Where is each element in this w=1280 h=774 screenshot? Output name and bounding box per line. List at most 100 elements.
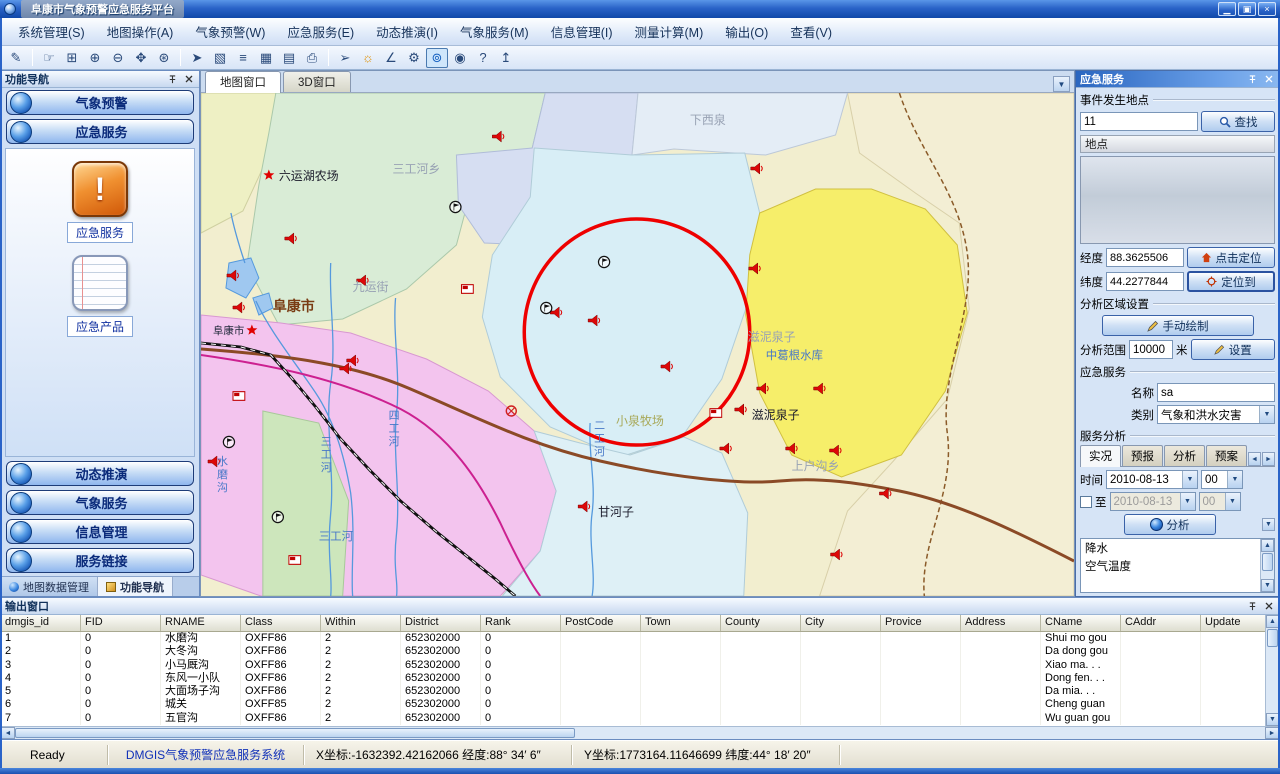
place-column-header[interactable]: 地点 — [1080, 135, 1275, 153]
search-button[interactable]: 查找 — [1201, 111, 1275, 132]
flag-marker-icon[interactable] — [461, 285, 473, 294]
close-icon[interactable] — [1262, 600, 1275, 613]
tab-map-window[interactable]: 地图窗口 — [205, 71, 281, 93]
pin-icon[interactable] — [166, 73, 179, 86]
tab-analysis[interactable]: 分析 — [1164, 445, 1205, 466]
nav-service-links-button[interactable]: 服务链接 — [6, 548, 194, 573]
pin-icon[interactable] — [1246, 600, 1259, 613]
menu-item-map-operations[interactable]: 地图操作(A) — [97, 18, 184, 45]
highlight-bulb-icon[interactable]: ☼ — [357, 48, 379, 68]
zoom-in-icon[interactable]: ⊕ — [84, 48, 106, 68]
nav-dynamic-deduction-button[interactable]: 动态推演 — [6, 461, 194, 486]
menu-item-weather-service[interactable]: 气象服务(M) — [450, 18, 539, 45]
scroll-thumb[interactable] — [15, 728, 575, 738]
service-name-input[interactable]: sa — [1157, 383, 1275, 402]
scroll-thumb[interactable] — [1267, 629, 1278, 647]
to-date-checkbox[interactable] — [1080, 496, 1092, 508]
close-icon[interactable] — [1262, 73, 1275, 86]
tab-live[interactable]: 实况 — [1080, 445, 1121, 467]
close-icon[interactable] — [182, 73, 195, 86]
table-row[interactable]: 40东风一小队OXFF8626523020000Dong fen. . . — [1, 672, 1279, 685]
measure-icon[interactable]: ∠ — [380, 48, 402, 68]
map-svg[interactable]: 六运湖农场三工河乡下西泉阜康市阜康市九运街滋泥泉子中葛根水库滋泥泉子小泉牧场上户… — [201, 93, 1074, 596]
table-row[interactable]: 20大冬沟OXFF8626523020000Da dong gou — [1, 645, 1279, 658]
shortcut-emergency-service[interactable]: !应急服务 — [67, 161, 133, 243]
draw-pencil-icon[interactable]: ✎ — [5, 48, 27, 68]
chevron-down-icon[interactable]: ▼ — [1180, 493, 1195, 510]
restore-button[interactable]: ▣ — [1238, 2, 1256, 16]
find-on-map-icon[interactable]: ▧ — [209, 48, 231, 68]
service-type-combo[interactable]: 气象和洪水灾害 ▼ — [1157, 405, 1275, 424]
column-header-town[interactable]: Town — [641, 615, 721, 631]
scroll-right-icon[interactable]: ► — [1265, 727, 1279, 739]
menu-item-view[interactable]: 查看(V) — [780, 18, 842, 45]
column-header-rank[interactable]: Rank — [481, 615, 561, 631]
list-item[interactable]: 降水 — [1081, 539, 1260, 557]
menu-item-weather-warning[interactable]: 气象预警(W) — [185, 18, 275, 45]
chevron-down-icon[interactable]: ▼ — [1259, 406, 1274, 423]
menu-item-output[interactable]: 输出(O) — [715, 18, 778, 45]
chevron-down-icon[interactable]: ▼ — [1182, 471, 1197, 488]
table-row[interactable]: 10水磨沟OXFF8626523020000Shui mo gou — [1, 632, 1279, 645]
select-arrow-icon[interactable]: ☞ — [38, 48, 60, 68]
column-header-city[interactable]: City — [801, 615, 881, 631]
zoom-out-icon[interactable]: ⊖ — [107, 48, 129, 68]
flag-marker-icon[interactable] — [710, 409, 722, 418]
minimize-button[interactable]: ▁ — [1218, 2, 1236, 16]
analyze-button[interactable]: 分析 — [1124, 514, 1216, 535]
column-header-rname[interactable]: RNAME — [161, 615, 241, 631]
latitude-input[interactable]: 44.2277844 — [1106, 272, 1184, 291]
column-header-class[interactable]: Class — [241, 615, 321, 631]
vertical-scrollbar[interactable]: ▲ ▼ — [1265, 615, 1279, 726]
layers-icon[interactable]: ≡ — [232, 48, 254, 68]
column-header-dmgis_id[interactable]: dmgis_id — [1, 615, 81, 631]
column-header-fid[interactable]: FID — [81, 615, 161, 631]
map-window-list-button[interactable]: ▼ — [1053, 76, 1070, 92]
map-canvas[interactable]: 六运湖农场三工河乡下西泉阜康市阜康市九运街滋泥泉子中葛根水库滋泥泉子小泉牧场上户… — [201, 93, 1074, 596]
flag-marker-icon[interactable] — [233, 392, 245, 401]
hour-to-combo[interactable]: 00 ▼ — [1199, 492, 1241, 511]
close-button[interactable]: × — [1258, 2, 1276, 16]
set-range-button[interactable]: 设置 — [1191, 339, 1276, 360]
identify-icon[interactable]: ➤ — [186, 48, 208, 68]
select-add-icon[interactable]: ⊞ — [61, 48, 83, 68]
print-icon[interactable]: ⎙ — [301, 48, 323, 68]
weather-elements-list[interactable]: 降水空气温度 ▲ ▼ — [1080, 538, 1275, 593]
image-view-icon[interactable]: ▦ — [255, 48, 277, 68]
tab-function-navigation[interactable]: 功能导航 — [98, 577, 173, 596]
nav-weather-service-button[interactable]: 气象服务 — [6, 490, 194, 515]
export-image-icon[interactable]: ↥ — [495, 48, 517, 68]
panel-scroll-down-icon[interactable]: ▼ — [1262, 518, 1275, 531]
map-view-icon[interactable]: ▤ — [278, 48, 300, 68]
tab-map-data-management[interactable]: 地图数据管理 — [1, 577, 98, 596]
full-extent-icon[interactable]: ⊛ — [153, 48, 175, 68]
tab-forecast[interactable]: 预报 — [1122, 445, 1163, 466]
column-header-caddr[interactable]: CAddr — [1121, 615, 1201, 631]
column-header-district[interactable]: District — [401, 615, 481, 631]
column-header-provice[interactable]: Provice — [881, 615, 961, 631]
goto-location-button[interactable]: 定位到 — [1187, 271, 1275, 292]
station-marker-icon[interactable] — [541, 302, 552, 313]
pointer-icon[interactable]: ➢ — [334, 48, 356, 68]
pan-hand-icon[interactable]: ✥ — [130, 48, 152, 68]
tab-plan[interactable]: 预案 — [1206, 445, 1247, 466]
table-row[interactable]: 50大面场子沟OXFF8626523020000Da mia. . . — [1, 685, 1279, 698]
tab-3d-window[interactable]: 3D窗口 — [283, 71, 351, 92]
nav-info-management-button[interactable]: 信息管理 — [6, 519, 194, 544]
help-icon[interactable]: ? — [472, 48, 494, 68]
scroll-thumb[interactable] — [1262, 553, 1273, 571]
column-header-cname[interactable]: CName — [1041, 615, 1121, 631]
menu-item-system-management[interactable]: 系统管理(S) — [8, 18, 95, 45]
nav-weather-warning-button[interactable]: 气象预警 — [6, 90, 194, 115]
menu-item-info-management[interactable]: 信息管理(I) — [541, 18, 623, 45]
station-marker-icon[interactable] — [450, 201, 461, 212]
column-header-within[interactable]: Within — [321, 615, 401, 631]
chevron-down-icon[interactable]: ▼ — [1227, 471, 1242, 488]
tab-prev-icon[interactable]: ◄ — [1248, 452, 1261, 466]
place-list[interactable] — [1080, 156, 1275, 244]
menu-item-measurement-calc[interactable]: 测量计算(M) — [625, 18, 714, 45]
table-row[interactable]: 70五官沟OXFF8626523020000Wu guan gou — [1, 712, 1279, 725]
column-header-postcode[interactable]: PostCode — [561, 615, 641, 631]
chevron-down-icon[interactable]: ▼ — [1225, 493, 1240, 510]
range-input[interactable]: 10000 — [1129, 340, 1173, 359]
